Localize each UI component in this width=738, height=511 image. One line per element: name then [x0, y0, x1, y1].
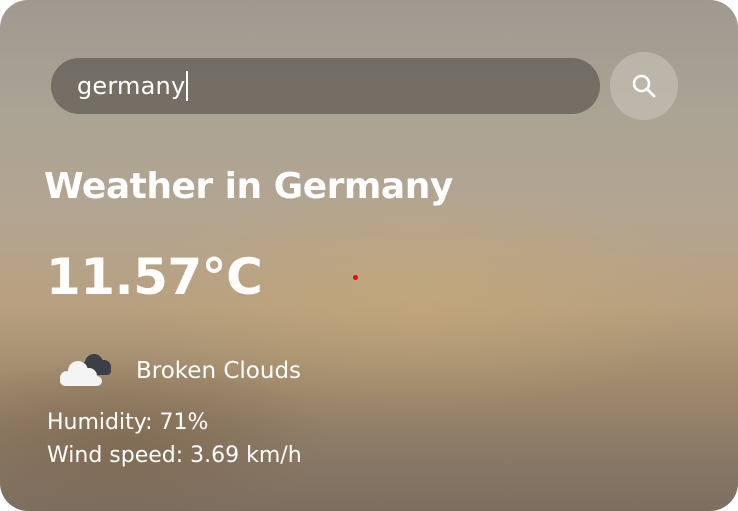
condition-row: Broken Clouds [54, 346, 301, 396]
search-input[interactable]: germany [51, 58, 600, 114]
broken-clouds-icon [60, 354, 111, 386]
search-button[interactable] [610, 52, 678, 120]
mouse-cursor-dot [353, 275, 358, 280]
humidity-label: Humidity: 71% [47, 410, 209, 435]
city-title: Weather in Germany [44, 166, 453, 207]
wind-speed-label: Wind speed: 3.69 km/h [47, 443, 302, 468]
condition-label: Broken Clouds [136, 358, 302, 384]
text-caret [186, 71, 189, 101]
search-bar: germany [51, 52, 679, 120]
search-input-value: germany [77, 72, 186, 100]
weather-card: germany Weather in Germany 11.57°C Broke… [0, 0, 738, 511]
temperature: 11.57°C [46, 248, 263, 306]
search-icon [632, 74, 656, 98]
